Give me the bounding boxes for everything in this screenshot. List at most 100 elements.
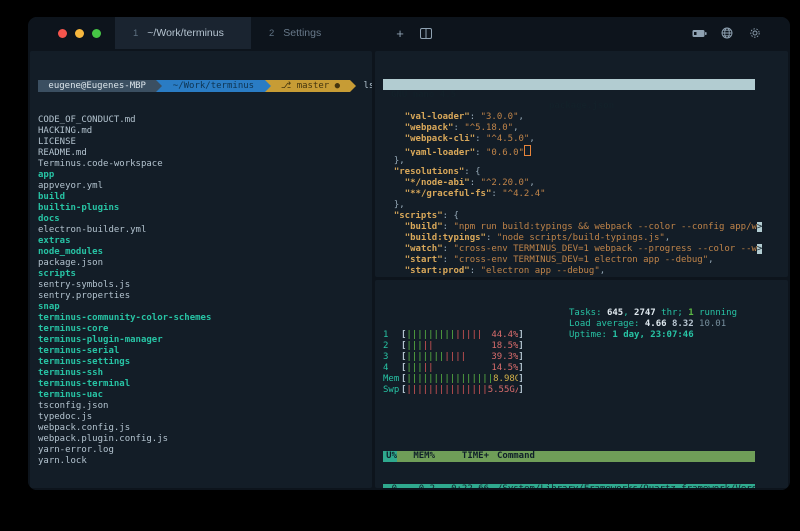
column-command: Command (497, 451, 755, 462)
file-item: terminus-ssh (38, 368, 364, 379)
meter-value: 14.5% (491, 363, 518, 374)
minimize-button[interactable] (75, 29, 84, 38)
line-truncated-icon: > (757, 244, 762, 254)
nano-token: , (708, 255, 713, 265)
cpu-meter: Mem[||||||||||||||||8.98G/16.0G] (383, 374, 780, 385)
meter-bar: |||||14.5% (406, 363, 518, 374)
stat-segment: 10.01 (699, 319, 726, 329)
nano-line: }, (383, 200, 780, 211)
file-name: Terminus.code-workspace (38, 159, 163, 169)
nano-token (383, 189, 405, 199)
title-bar[interactable]: 1 ~/Work/terminus 2 Settings + (28, 17, 790, 49)
meter-bar: ||||||||||||||44.4% (406, 330, 518, 341)
tab-work-terminus[interactable]: 1 ~/Work/terminus (115, 17, 251, 49)
terminal-pane-nano[interactable]: GNU nano 4.5 package.json "val-loader": … (375, 51, 788, 277)
process-table-header: U% MEM% TIME+ Command (383, 451, 755, 462)
file-item: yarn.lock (38, 456, 364, 467)
powerline-separator-icon (350, 80, 356, 92)
nano-token: "electron app --debug" (481, 266, 600, 276)
prompt-git-branch: ⎇ master ● (271, 80, 351, 92)
file-item: Terminus.code-workspace (38, 159, 364, 170)
nano-token: : { (443, 211, 459, 221)
file-item: LICENSE (38, 137, 364, 148)
column-mem: MEM% (405, 451, 435, 462)
terminal-pane-htop[interactable]: 1[||||||||||||||44.4%]2[|||||18.5%]3[|||… (375, 280, 788, 488)
nano-token (383, 167, 394, 177)
directory-name: terminus-settings (38, 357, 130, 367)
stat-segment: Tasks: (569, 308, 607, 318)
nano-token: "yaml-loader" (405, 148, 475, 156)
directory-name: build (38, 192, 65, 202)
file-name: tsconfig.json (38, 401, 108, 411)
tab-settings[interactable]: 2 Settings (251, 17, 387, 49)
meter-pipes-red: ||||| (455, 330, 482, 341)
stat-segment: 4.66 (645, 319, 672, 329)
nano-token: "start" (405, 255, 443, 265)
stat-segment: Load average: (569, 319, 645, 329)
meter-label: 2 (383, 341, 401, 352)
cpu-meter: 2[|||||18.5%] (383, 341, 780, 352)
directory-name: terminus-uac (38, 390, 103, 400)
zoom-button[interactable] (92, 29, 101, 38)
nano-token: , (665, 233, 670, 243)
nano-token: : (491, 189, 502, 199)
file-item: package.json (38, 258, 364, 269)
nano-token: "*/node-abi" (405, 178, 470, 188)
meter-bar: |||||||||||39.3% (406, 352, 518, 363)
directory-name: scripts (38, 269, 76, 279)
meter-value: 18.5% (491, 341, 518, 352)
nano-token (383, 178, 405, 188)
nano-token: "start:prod" (405, 266, 470, 276)
nano-token (383, 148, 405, 156)
stat-load: Load average: 4.66 8.32 10.01 (569, 319, 737, 330)
new-tab-button[interactable]: + (387, 17, 413, 49)
gear-icon[interactable] (742, 27, 768, 39)
meter-pipes-red: || (423, 341, 434, 352)
nano-token: : (470, 112, 481, 122)
file-item: sentry.properties (38, 291, 364, 302)
nano-line: "build": "npm run build:typings && webpa… (383, 222, 780, 233)
globe-icon[interactable] (714, 27, 740, 39)
nano-token: , (529, 178, 534, 188)
terminal-pane-shell[interactable]: eugene@Eugenes-MBP ~/Work/terminus ⎇ mas… (30, 51, 372, 488)
file-item: build (38, 192, 364, 203)
file-item: typedoc.js (38, 412, 364, 423)
nano-token: , (513, 123, 518, 133)
titlebar-drag-area[interactable] (439, 17, 686, 49)
directory-name: terminus-core (38, 324, 108, 334)
cell-mem: 0.2 (405, 484, 435, 488)
file-item: node_modules (38, 247, 364, 258)
nano-editor: GNU nano 4.5 package.json "val-loader": … (375, 51, 788, 277)
stat-segment: Uptime: (569, 330, 612, 340)
nano-token: , (600, 266, 605, 276)
nano-title-bar: GNU nano 4.5 package.json (383, 79, 755, 90)
nano-token: , (529, 134, 534, 144)
nano-token (383, 211, 394, 221)
nano-token: "build" (405, 222, 443, 232)
stat-segment: 1 day, 23:07:46 (612, 330, 693, 340)
nano-line: "webpack": "^5.18.0", (383, 123, 780, 134)
directory-name: builtin-plugins (38, 203, 119, 213)
file-name: HACKING.md (38, 126, 92, 136)
meter-bracket: ] (518, 352, 523, 363)
stat-segment: 645 (607, 308, 623, 318)
meter-label: Swp (383, 385, 401, 396)
file-item: appveyor.yml (38, 181, 364, 192)
file-item: README.md (38, 148, 364, 159)
battery-icon[interactable] (686, 29, 712, 38)
prompt-path: ~/Work/terminus (162, 80, 264, 92)
file-item: scripts (38, 269, 364, 280)
nano-token (383, 134, 405, 144)
file-item: terminus-community-color-schemes (38, 313, 364, 324)
meter-pipes-green: ||| (406, 341, 422, 352)
cpu-meter: 3[|||||||||||39.3%] (383, 352, 780, 363)
nano-app-title: GNU nano 4.5 (391, 90, 456, 101)
tab-index: 2 (269, 28, 274, 39)
meter-pipes-green: ||||||| (406, 352, 444, 363)
split-pane-icon[interactable] (413, 17, 439, 49)
process-table: U% MEM% TIME+ Command .00.20:22.66/Syste… (383, 429, 755, 488)
nano-token: "resolutions" (394, 167, 464, 177)
close-button[interactable] (58, 29, 67, 38)
file-name: typedoc.js (38, 412, 92, 422)
directory-name: snap (38, 302, 60, 312)
